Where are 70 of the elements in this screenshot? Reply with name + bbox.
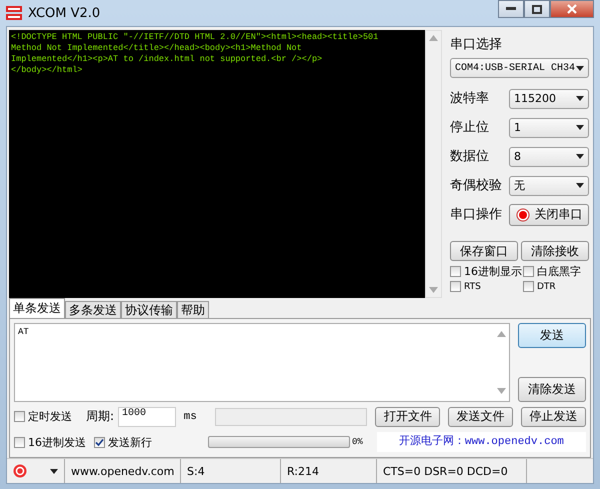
logo-icon: [6, 5, 22, 21]
checkbox-label: DTR: [537, 282, 556, 292]
status-sent: S:4: [181, 459, 281, 483]
caret-icon: [576, 66, 584, 70]
setting-label: 波特率: [450, 90, 489, 108]
panel-button[interactable]: 清除接收: [521, 241, 589, 261]
checkbox[interactable]: [523, 266, 534, 277]
close-icon: [567, 4, 577, 14]
scroll-down-icon[interactable]: [497, 388, 506, 394]
receive-text: <!DOCTYPE HTML PUBLIC "-//IETF//DTD HTML 2.0//EN"><html><head><title>501 Method Not Implemented</title></head><body><h1>Method Not Implemented</h1><p>AT to /index.html not supported.<br /></p> </body></html>: [9, 30, 425, 298]
minimize-icon: [506, 7, 516, 11]
setting-label: 奇偶校验: [450, 176, 502, 194]
port-select[interactable]: COM4:USB-SERIAL CH34: [450, 58, 589, 78]
website-link[interactable]: 开源电子网：www.openedv.com: [376, 432, 586, 452]
progress-reading: 0%: [352, 437, 363, 448]
setting-select[interactable]: 8: [509, 146, 589, 166]
checkbox-label: 定时发送: [28, 409, 72, 424]
checkbox[interactable]: [94, 436, 105, 448]
checkbox-label: 白底黑字: [537, 264, 581, 279]
status-site: www.openedv.com: [65, 459, 181, 483]
setting-select[interactable]: 115200: [509, 88, 589, 108]
file-button[interactable]: 打开文件: [375, 406, 440, 427]
close-button[interactable]: [550, 0, 594, 18]
file-button[interactable]: 停止发送: [521, 406, 586, 427]
checkbox-label: RTS: [464, 282, 481, 292]
checkbox[interactable]: [14, 411, 25, 422]
send-button[interactable]: 清除发送: [518, 376, 586, 402]
caret-icon: [576, 96, 584, 101]
tab[interactable]: 协议传输: [121, 301, 177, 318]
scroll-up-icon[interactable]: [429, 35, 438, 41]
send-field[interactable]: AT: [18, 327, 29, 398]
period-label: 周期:: [86, 408, 114, 426]
checkbox-label: 16进制发送: [28, 434, 86, 450]
scroll-down-icon[interactable]: [429, 287, 438, 294]
checkbox[interactable]: [523, 281, 534, 292]
tab[interactable]: 多条发送: [65, 301, 121, 318]
tab[interactable]: 帮助: [177, 301, 209, 318]
setting-select[interactable]: 1: [509, 118, 589, 138]
port-label: 串口选择: [450, 36, 503, 54]
tab[interactable]: 单条发送: [9, 298, 65, 318]
close-port-button[interactable]: 关闭串口: [509, 204, 589, 226]
status-lines: CTS=0 DSR=0 DCD=0: [377, 459, 527, 483]
scrollbar[interactable]: [425, 30, 442, 298]
maximize-icon: [532, 4, 542, 14]
caret-icon: [50, 468, 58, 474]
caret-icon: [576, 125, 584, 130]
setting-label: 数据位: [450, 148, 489, 166]
setting-select[interactable]: 无: [509, 176, 589, 196]
scroll-up-icon[interactable]: [497, 331, 506, 338]
checkbox-label: 发送新行: [108, 434, 152, 450]
status-received: R:214: [281, 459, 377, 483]
panel-button[interactable]: 保存窗口: [450, 241, 518, 261]
lamp-icon: [516, 208, 530, 222]
send-button[interactable]: 发送: [518, 323, 586, 348]
setting-label: 停止位: [450, 118, 489, 136]
record-icon[interactable]: [13, 464, 27, 478]
operation-label: 串口操作: [450, 206, 502, 224]
minimize-button[interactable]: [498, 0, 524, 18]
window-title: XCOM V2.0: [28, 6, 100, 20]
checkbox-label: 16进制显示: [464, 264, 522, 279]
file-button[interactable]: 发送文件: [448, 406, 514, 427]
period-field[interactable]: 1000: [118, 406, 176, 427]
checkbox[interactable]: [450, 266, 461, 277]
checkbox[interactable]: [450, 281, 461, 292]
maximize-button[interactable]: [524, 0, 550, 18]
caret-icon: [576, 183, 584, 188]
file-path-field[interactable]: [214, 408, 368, 426]
unit-label: ms: [184, 410, 197, 423]
checkbox[interactable]: [14, 436, 25, 448]
caret-icon: [576, 154, 584, 159]
